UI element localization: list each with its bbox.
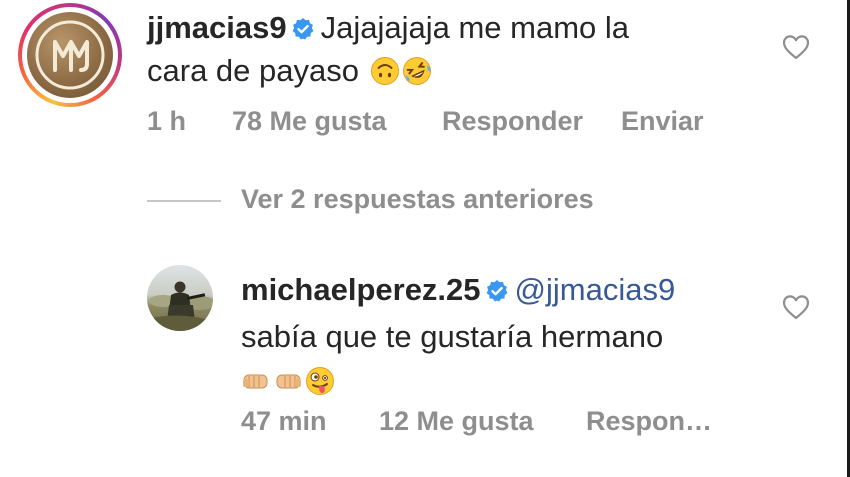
- view-previous-replies-button[interactable]: Ver 2 respuestas anteriores: [241, 184, 594, 215]
- replies-divider: [147, 200, 221, 202]
- username[interactable]: michaelperez.25: [241, 272, 481, 307]
- username[interactable]: jjmacias9: [147, 10, 287, 45]
- reply-button[interactable]: Responder: [442, 106, 583, 137]
- reply-time: 47 min: [241, 406, 327, 436]
- profile-photo-icon: [147, 281, 213, 331]
- reply-body: sabía que te gustaría hermano: [241, 319, 664, 354]
- comment-body-line2: cara de payaso: [147, 53, 359, 88]
- left-fist-emoji-icon: [241, 364, 271, 394]
- right-fist-emoji-icon: [273, 364, 303, 394]
- story-ring-avatar[interactable]: [18, 3, 122, 107]
- reply-text: michaelperez.25 @jjmacias9 sabía que te g…: [241, 268, 781, 403]
- comment-thread: jjmacias9 Jajajajaja me mamo la cara de p…: [0, 0, 850, 477]
- like-count[interactable]: 12 Me gusta: [379, 406, 534, 437]
- comment-body-line1: Jajajajaja me mamo la: [320, 10, 630, 45]
- avatar: [27, 12, 113, 98]
- comment-time: 1 h: [147, 106, 187, 136]
- zany-face-emoji-icon: [305, 364, 335, 395]
- mention-link[interactable]: @jjmacias9: [515, 272, 676, 307]
- like-heart-icon[interactable]: [782, 294, 810, 320]
- verified-badge-icon: [485, 271, 509, 315]
- avatar[interactable]: [147, 265, 213, 331]
- reply-button[interactable]: Respon…: [586, 406, 712, 437]
- upside-down-face-emoji-icon: [370, 56, 400, 86]
- comment-text: jjmacias9 Jajajajaja me mamo la cara de p…: [147, 8, 767, 91]
- brand-logo-icon: [35, 20, 105, 90]
- like-count[interactable]: 78 Me gusta: [232, 106, 387, 137]
- rolling-laughing-emoji-icon: [402, 56, 432, 86]
- send-button[interactable]: Enviar: [621, 106, 704, 137]
- verified-badge-icon: [291, 11, 315, 51]
- like-heart-icon[interactable]: [782, 34, 810, 60]
